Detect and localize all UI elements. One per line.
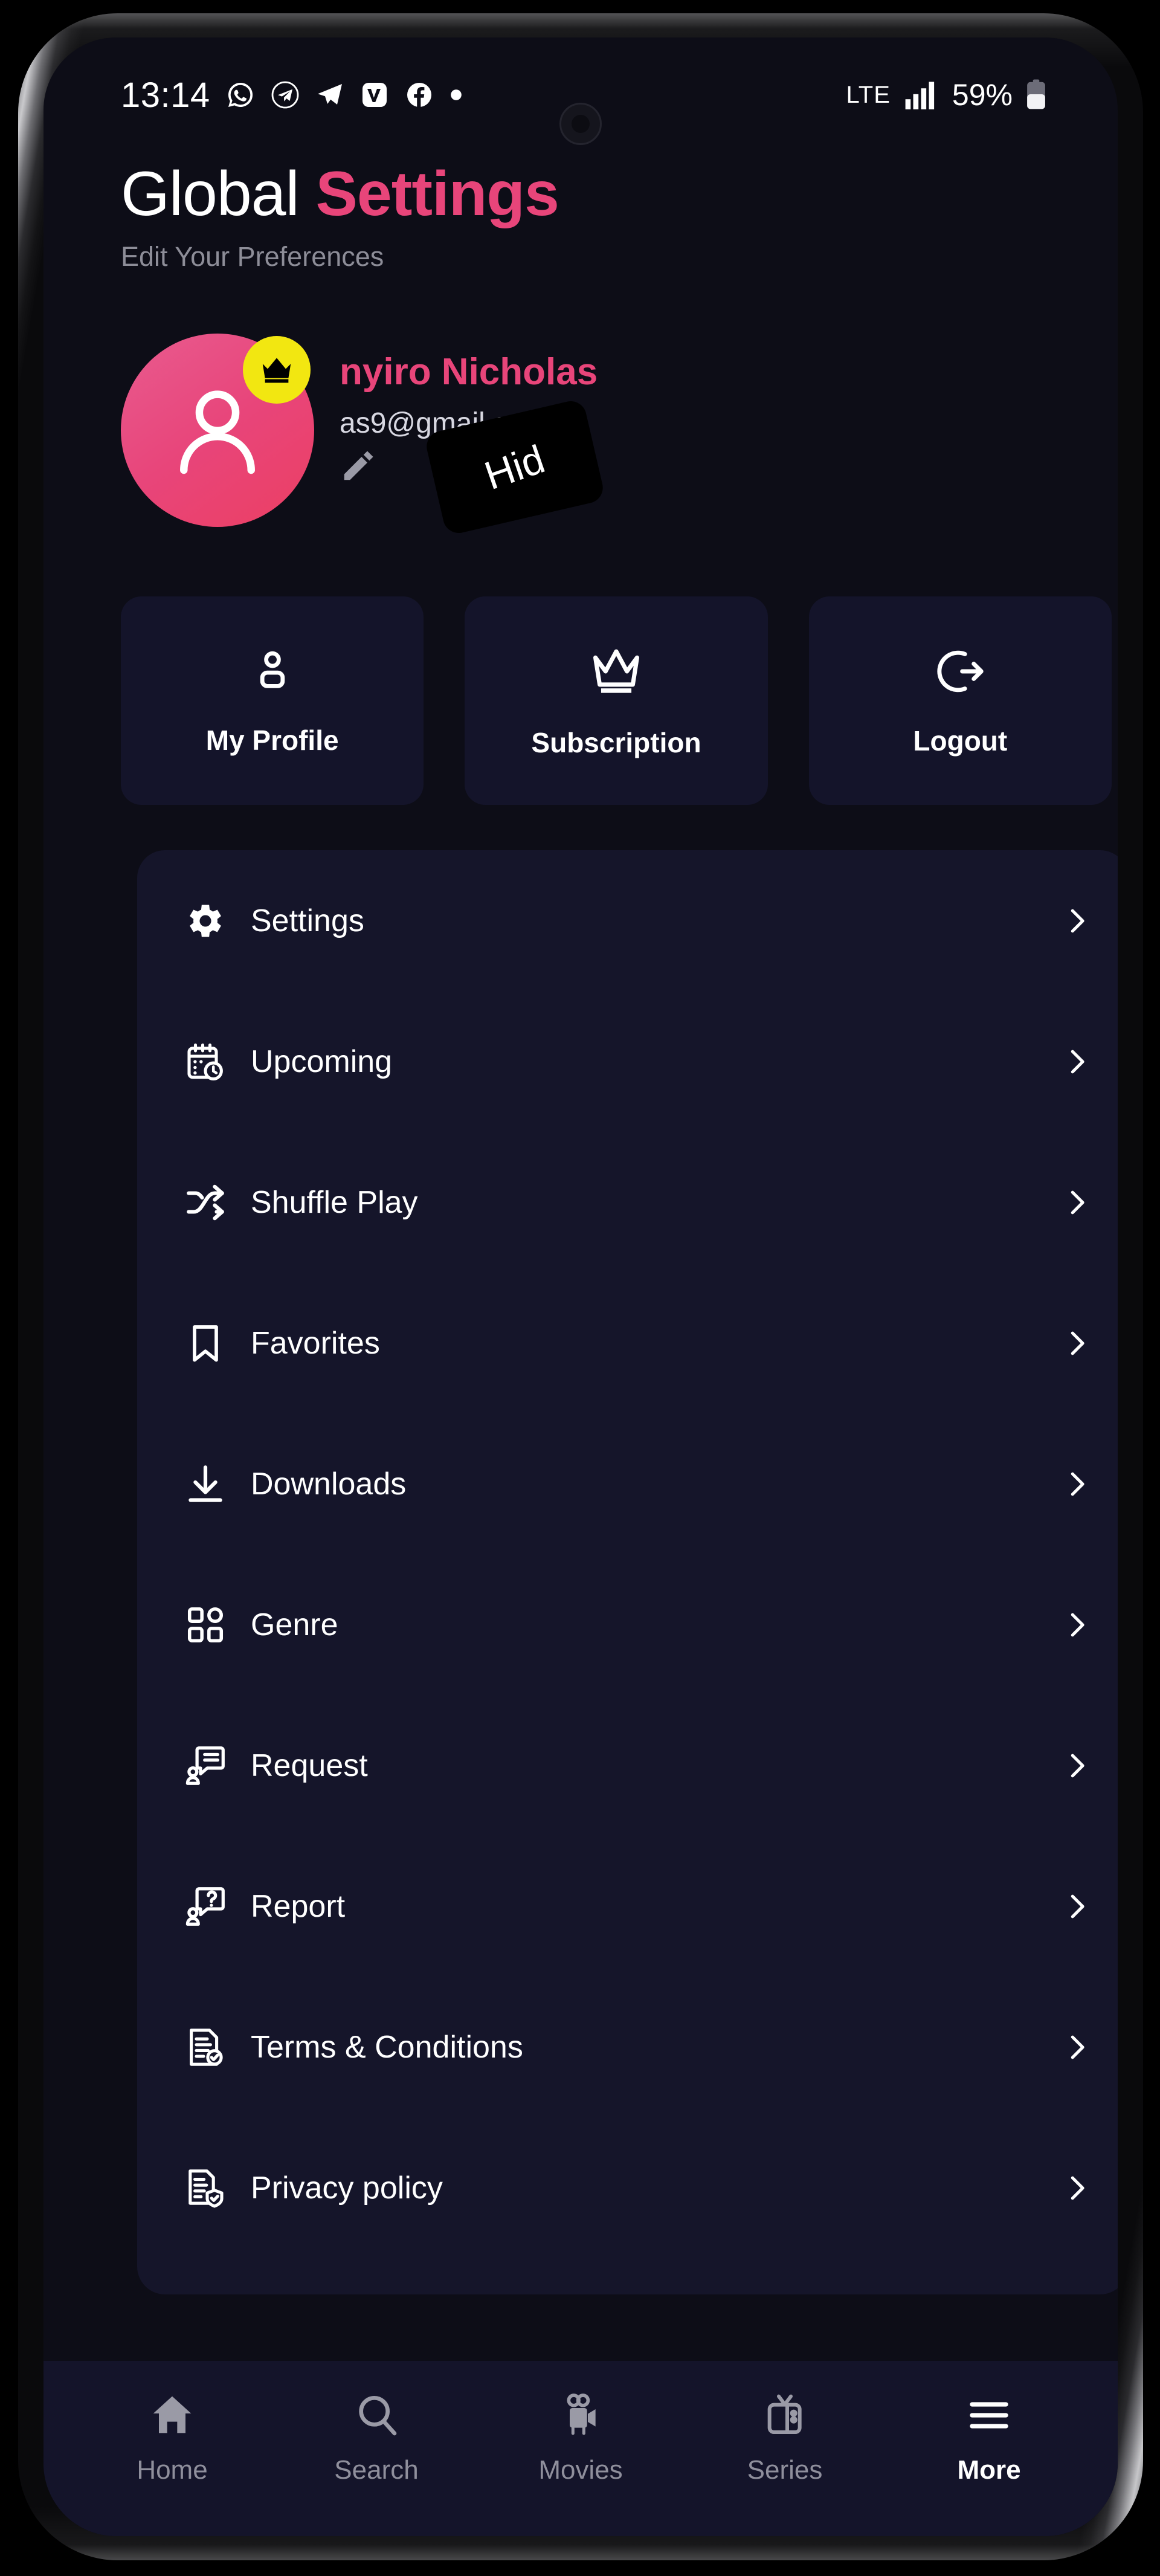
grid-icon <box>160 1604 251 1646</box>
search-icon <box>352 2391 401 2439</box>
status-bar-right: LTE 59% <box>846 77 1046 112</box>
menu-item-privacy-policy[interactable]: Privacy policy <box>137 2117 1118 2258</box>
chevron-right-icon <box>1060 1045 1093 1078</box>
chevron-right-icon <box>1060 1749 1093 1782</box>
chevron-right-icon <box>1060 1609 1093 1641</box>
nav-item-movies[interactable]: Movies <box>478 2391 683 2485</box>
document-shield-icon <box>160 2166 251 2210</box>
home-icon <box>148 2391 196 2439</box>
menu-label: Downloads <box>251 1466 407 1502</box>
nav-label: Series <box>747 2455 823 2485</box>
logout-button[interactable]: Logout <box>808 596 1112 805</box>
my-profile-label: My Profile <box>205 724 339 756</box>
menu-item-upcoming[interactable]: Upcoming <box>137 991 1118 1132</box>
my-profile-button[interactable]: My Profile <box>121 596 424 805</box>
telegram-alt-icon <box>271 80 300 109</box>
signal-bars-icon <box>904 80 939 109</box>
battery-percent-label: 59% <box>952 78 1013 112</box>
menu-card: Settings Upcoming Shuffle Play Favorites… <box>137 850 1118 2294</box>
nav-item-more[interactable]: More <box>887 2391 1091 2485</box>
person-question-icon <box>160 1884 251 1929</box>
nav-label: Movies <box>538 2455 623 2485</box>
menu-item-shuffle-play[interactable]: Shuffle Play <box>137 1132 1118 1273</box>
gear-icon <box>160 899 251 943</box>
person-message-icon <box>160 1743 251 1788</box>
subscription-button[interactable]: Subscription <box>465 596 768 805</box>
nav-label: Search <box>334 2455 419 2485</box>
chevron-right-icon <box>1060 2172 1093 2204</box>
status-bar-left: 13:14 <box>121 75 463 115</box>
page-title-primary: Global <box>121 159 300 229</box>
download-icon <box>160 1462 251 1506</box>
chevron-right-icon <box>1060 1890 1093 1923</box>
chevron-right-icon <box>1060 2031 1093 2064</box>
menu-label: Settings <box>251 903 364 938</box>
whatsapp-icon <box>226 80 255 109</box>
menu-label: Shuffle Play <box>251 1184 418 1220</box>
page-title-accent: Settings <box>315 159 559 229</box>
bookmark-icon <box>160 1322 251 1365</box>
page-header: Global Settings Edit Your Preferences <box>121 158 559 273</box>
facebook-icon <box>405 80 434 109</box>
chevron-right-icon <box>1060 1468 1093 1500</box>
menu-label: Privacy policy <box>251 2170 443 2206</box>
movie-camera-icon <box>556 2391 605 2439</box>
menu-label: Genre <box>251 1607 338 1642</box>
network-type-label: LTE <box>846 81 891 108</box>
logout-icon <box>933 645 987 698</box>
calendar-clock-icon <box>160 1040 251 1083</box>
menu-item-downloads[interactable]: Downloads <box>137 1413 1118 1554</box>
logout-label: Logout <box>913 725 1008 757</box>
crown-icon <box>262 358 291 383</box>
profile-name: nyiro Nicholas <box>340 351 598 393</box>
phone-screen: 13:14 LTE 59% Global Settings Edit Your … <box>44 37 1118 2536</box>
page-title: Global Settings <box>121 158 559 230</box>
hidden-email-overlay-label: Hid <box>479 436 550 499</box>
battery-icon <box>1026 79 1046 111</box>
menu-item-genre[interactable]: Genre <box>137 1554 1118 1695</box>
quick-actions-row: My Profile Subscription Logout <box>121 596 1112 805</box>
tv-icon <box>761 2391 809 2439</box>
status-time: 13:14 <box>121 75 210 115</box>
menu-label: Favorites <box>251 1325 380 1361</box>
chevron-right-icon <box>1060 1327 1093 1360</box>
vimeo-icon <box>360 80 389 109</box>
document-check-icon <box>160 2026 251 2069</box>
menu-item-request[interactable]: Request <box>137 1695 1118 1836</box>
menu-label: Upcoming <box>251 1044 393 1079</box>
bottom-navigation: Home Search Movies Series More <box>44 2361 1118 2536</box>
crown-icon <box>588 643 645 700</box>
nav-label: Home <box>137 2455 208 2485</box>
telegram-icon <box>315 80 344 109</box>
crown-badge <box>243 336 311 404</box>
menu-label: Report <box>251 1888 346 1924</box>
menu-label: Terms & Conditions <box>251 2029 523 2065</box>
nav-item-series[interactable]: Series <box>683 2391 887 2485</box>
person-icon <box>246 645 298 697</box>
menu-item-terms-conditions[interactable]: Terms & Conditions <box>137 1977 1118 2117</box>
camera-punch-hole <box>559 103 602 145</box>
nav-item-search[interactable]: Search <box>274 2391 478 2485</box>
nav-label: More <box>957 2455 1021 2485</box>
menu-item-report[interactable]: Report <box>137 1836 1118 1977</box>
hamburger-icon <box>965 2391 1013 2439</box>
page-subtitle: Edit Your Preferences <box>121 241 384 272</box>
menu-item-settings[interactable]: Settings <box>137 850 1118 991</box>
menu-label: Request <box>251 1748 368 1783</box>
dot-icon <box>450 88 463 102</box>
nav-item-home[interactable]: Home <box>70 2391 274 2485</box>
chevron-right-icon <box>1060 1186 1093 1219</box>
subscription-label: Subscription <box>531 726 701 758</box>
menu-item-favorites[interactable]: Favorites <box>137 1273 1118 1413</box>
shuffle-icon <box>160 1180 251 1225</box>
chevron-right-icon <box>1060 905 1093 937</box>
avatar[interactable] <box>121 334 314 527</box>
